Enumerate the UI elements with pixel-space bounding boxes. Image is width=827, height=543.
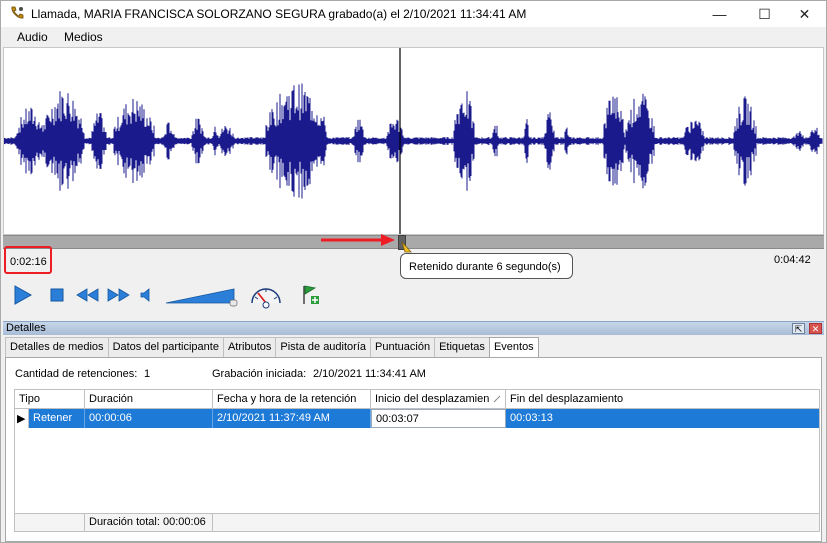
hold-tooltip: Retenido durante 6 segundo(s) — [400, 253, 573, 279]
speed-gauge-button[interactable] — [249, 281, 283, 309]
column-header-inicio[interactable]: Inicio del desplazamien — [371, 390, 506, 409]
play-icon — [14, 285, 33, 305]
waveform-graph — [4, 48, 823, 234]
tab-etiquetas[interactable]: Etiquetas — [434, 337, 490, 357]
add-flag-button[interactable] — [299, 283, 321, 307]
current-time: 0:02:16 — [4, 246, 52, 274]
cell-inicio[interactable]: 00:03:07 — [371, 409, 506, 428]
speaker-icon — [140, 288, 150, 302]
waveform-view[interactable] — [3, 47, 824, 235]
grabacion-value: 2/10/2021 11:34:41 AM — [313, 368, 426, 380]
footer-spacer — [15, 514, 85, 531]
play-button[interactable] — [9, 283, 35, 307]
rewind-icon — [76, 288, 99, 302]
cell-duracion[interactable]: 00:00:06 — [85, 409, 213, 428]
rewind-button[interactable] — [75, 283, 101, 307]
tab-atributos[interactable]: Atributos — [222, 337, 277, 357]
column-header-duracion[interactable]: Duración — [85, 390, 213, 409]
column-header-fin[interactable]: Fin del desplazamiento — [506, 390, 819, 409]
menu-audio[interactable]: Audio — [17, 30, 48, 44]
menu-bar: Audio Medios — [1, 27, 826, 47]
speedometer-icon — [251, 288, 281, 309]
sort-icon — [493, 395, 501, 403]
table-row[interactable]: ▶ Retener 00:00:06 2/10/2021 11:37:49 AM… — [15, 409, 819, 428]
phone-icon — [11, 6, 24, 19]
total-time: 0:04:42 — [774, 254, 811, 266]
eventos-panel: Cantidad de retenciones: 1 Grabación ini… — [5, 357, 822, 542]
details-title: Detalles — [6, 322, 46, 334]
tab-eventos[interactable]: Eventos — [488, 337, 539, 358]
cell-fin[interactable]: 00:03:13 — [506, 409, 819, 428]
minimize-button[interactable]: — — [697, 1, 742, 27]
grid-header: Tipo Duración Fecha y hora de la retenci… — [15, 390, 819, 409]
column-header-fecha[interactable]: Fecha y hora de la retención — [213, 390, 371, 409]
recording-window: Llamada, MARIA FRANCISCA SOLORZANO SEGUR… — [0, 0, 827, 543]
retenciones-label: Cantidad de retenciones: — [15, 368, 138, 380]
title-bar: Llamada, MARIA FRANCISCA SOLORZANO SEGUR… — [1, 1, 826, 27]
details-panel-header: Detalles ⇱ ✕ — [3, 321, 824, 335]
maximize-button[interactable]: ☐ — [742, 1, 787, 27]
window-title: Llamada, MARIA FRANCISCA SOLORZANO SEGUR… — [31, 7, 527, 21]
cell-fecha[interactable]: 2/10/2021 11:37:49 AM — [213, 409, 371, 428]
tab-puntuacion[interactable]: Puntuación — [370, 337, 436, 357]
tab-datos-del-participante[interactable]: Datos del participante — [107, 337, 224, 357]
tab-pista-de-auditoria[interactable]: Pista de auditoría — [275, 337, 372, 357]
stop-icon — [50, 288, 64, 302]
grabacion-label: Grabación iniciada: — [212, 368, 307, 380]
volume-slider[interactable] — [164, 285, 244, 307]
flag-add-icon — [303, 285, 319, 304]
total-duration: Duración total: 00:00:06 — [85, 514, 213, 531]
red-arrow-annotation — [321, 234, 395, 246]
grid-footer: Duración total: 00:00:06 — [15, 513, 819, 531]
mute-button[interactable] — [138, 283, 154, 307]
pin-button[interactable]: ⇱ — [792, 323, 805, 334]
column-header-tipo[interactable]: Tipo — [15, 390, 85, 409]
close-button[interactable]: ✕ — [782, 1, 827, 27]
events-grid: Tipo Duración Fecha y hora de la retenci… — [14, 389, 820, 532]
waveform-trace — [4, 83, 823, 199]
details-tabs: Detalles de medios Datos del participant… — [5, 337, 539, 358]
tab-detalles-de-medios[interactable]: Detalles de medios — [5, 337, 109, 357]
retenciones-value: 1 — [144, 368, 151, 380]
stop-button[interactable] — [46, 283, 68, 307]
details-close-button[interactable]: ✕ — [809, 323, 822, 334]
cell-tipo[interactable]: Retener — [29, 409, 85, 428]
fast-forward-button[interactable] — [105, 283, 131, 307]
menu-medios[interactable]: Medios — [64, 30, 103, 44]
row-marker-icon: ▶ — [15, 409, 29, 428]
fast-forward-icon — [107, 288, 130, 302]
